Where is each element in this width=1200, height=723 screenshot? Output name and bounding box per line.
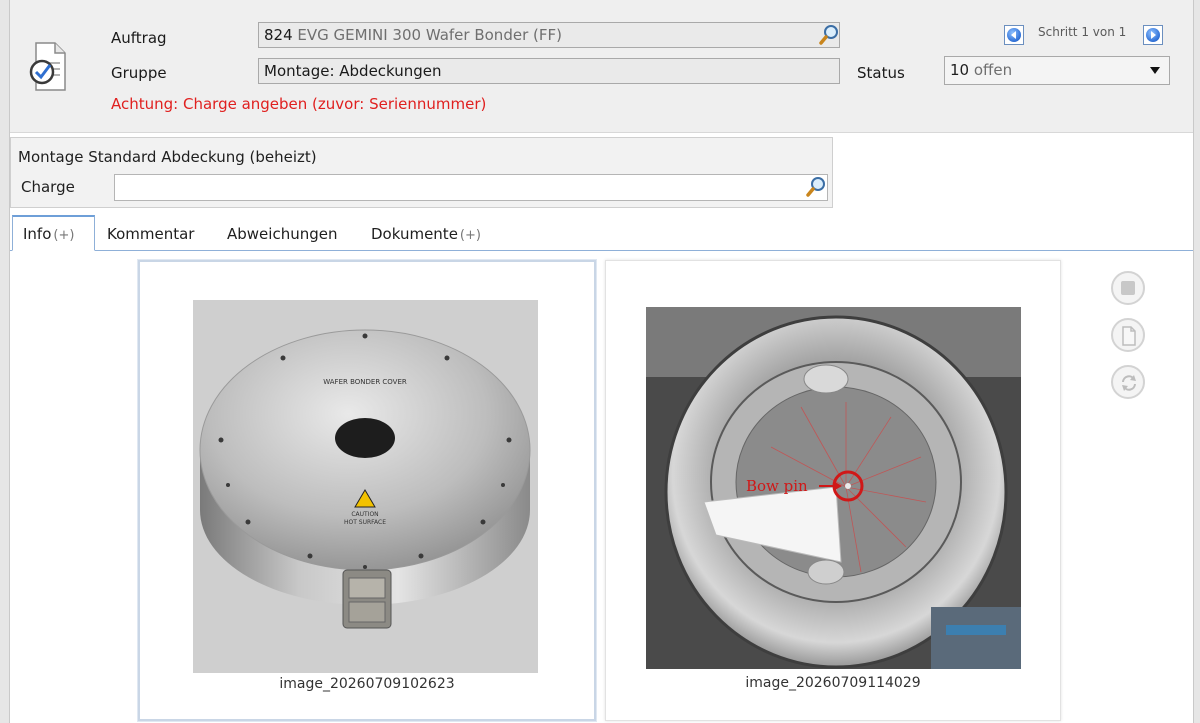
stop-icon: [1121, 281, 1135, 295]
tab-info[interactable]: Info (+): [12, 215, 95, 251]
prev-step-button[interactable]: [1004, 25, 1024, 45]
charge-input[interactable]: [114, 174, 828, 201]
tab-abweichungen-label: Abweichungen: [227, 225, 338, 243]
tab-abweichungen[interactable]: Abweichungen: [227, 215, 337, 250]
status-select[interactable]: 10 offen: [944, 56, 1170, 85]
tab-info-suffix: (+): [53, 228, 75, 243]
magnifier-icon[interactable]: [819, 24, 839, 46]
tab-info-label: Info: [23, 225, 52, 243]
status-text: offen: [973, 61, 1013, 79]
task-check-icon: [29, 42, 66, 91]
window-frame-right: [1193, 0, 1200, 723]
auftrag-label: Auftrag: [111, 29, 167, 47]
tab-kommentar[interactable]: Kommentar: [107, 215, 194, 250]
image-caption: image_20260709102623: [279, 676, 455, 692]
charge-panel: Montage Standard Abdeckung (beheizt) Cha…: [10, 137, 833, 208]
tab-bar: Info (+) Kommentar Abweichungen Dokumente…: [10, 215, 1193, 251]
auftrag-field[interactable]: 824 EVG GEMINI 300 Wafer Bonder (FF): [258, 22, 840, 48]
stop-button[interactable]: [1111, 271, 1145, 305]
chevron-down-icon: [1150, 67, 1160, 74]
cover-label: WAFER BONDER COVER: [323, 378, 407, 386]
image-thumbnail: Bow pin: [646, 307, 1021, 669]
status-label: Status: [857, 64, 905, 82]
gruppe-field[interactable]: Montage: Abdeckungen: [258, 58, 840, 84]
header-panel: Auftrag 824 EVG GEMINI 300 Wafer Bonder …: [10, 0, 1193, 133]
tab-dokumente-suffix: (+): [459, 228, 481, 243]
image-card[interactable]: Bow pin image_20260709114029: [605, 260, 1061, 721]
panel-title: Montage Standard Abdeckung (beheizt): [18, 148, 317, 166]
status-code: 10: [950, 61, 970, 79]
bow-pin-annotation: Bow pin: [746, 477, 808, 495]
hot-surface-label: HOT SURFACE: [344, 519, 386, 526]
warning-message: Achtung: Charge angeben (zuvor: Seriennu…: [111, 95, 487, 113]
image-thumbnail: WAFER BONDER COVER CAUTION HOT SURFACE: [193, 300, 538, 673]
auftrag-name: EVG GEMINI 300 Wafer Bonder (FF): [297, 26, 562, 44]
charge-label: Charge: [21, 178, 75, 196]
document-button[interactable]: [1111, 318, 1145, 352]
arrow-left-icon: [1007, 28, 1021, 42]
arrow-right-icon: [1146, 28, 1160, 42]
refresh-icon: [1122, 375, 1136, 391]
info-content: WAFER BONDER COVER CAUTION HOT SURFACE i…: [10, 251, 1193, 723]
next-step-button[interactable]: [1143, 25, 1163, 45]
refresh-button[interactable]: [1111, 365, 1145, 399]
image-card[interactable]: WAFER BONDER COVER CAUTION HOT SURFACE i…: [138, 260, 596, 721]
tab-dokumente-label: Dokumente: [371, 225, 458, 243]
magnifier-icon[interactable]: [806, 176, 826, 198]
document-icon: [1122, 326, 1136, 346]
window-frame-left: [0, 0, 10, 723]
auftrag-number: 824: [264, 26, 293, 44]
tab-kommentar-label: Kommentar: [107, 225, 195, 243]
tab-dokumente[interactable]: Dokumente (+): [371, 215, 481, 250]
image-caption: image_20260709114029: [745, 675, 921, 691]
caution-label: CAUTION: [351, 511, 378, 518]
gruppe-label: Gruppe: [111, 64, 167, 82]
step-indicator: Schritt 1 von 1: [1038, 25, 1127, 39]
